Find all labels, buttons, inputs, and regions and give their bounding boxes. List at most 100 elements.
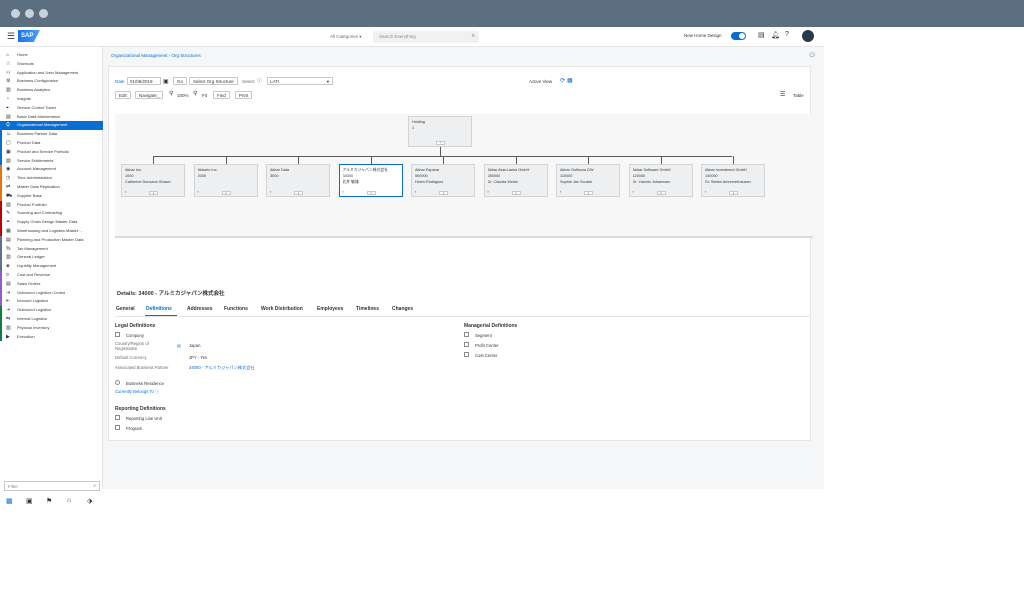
sidebar-item[interactable]: ▥ Physical Inventory <box>0 323 103 333</box>
managerial-checkbox[interactable] <box>464 352 469 357</box>
node-detail-icon[interactable]: ▪ <box>633 189 634 195</box>
window-close-dot[interactable] <box>11 9 20 18</box>
company-checkbox[interactable] <box>115 332 120 337</box>
org-node-root[interactable]: Holding 1 ^ <box>408 116 472 147</box>
sidebar-item[interactable]: ⚭ Supply Chain Design Master Data <box>0 218 103 227</box>
sidebar-item[interactable]: ⇆ Internal Logistics <box>0 315 103 324</box>
find-button[interactable]: Find <box>213 91 230 99</box>
expand-icon[interactable]: v <box>439 191 448 195</box>
reporting-checkbox[interactable] <box>115 415 120 420</box>
edit-button[interactable]: Edit <box>115 91 131 99</box>
expand-icon[interactable]: v <box>294 191 303 195</box>
chevron-down-icon[interactable]: ▾ <box>327 79 329 85</box>
sidebar-item[interactable]: ¤ Cost and Revenue <box>0 271 103 280</box>
sidebar-item[interactable]: ⇥ Outbound Logistics Control <box>0 288 103 298</box>
node-detail-icon[interactable]: ▪ <box>270 189 271 195</box>
sidebar-item[interactable]: ▤ Basic Data Maintenance <box>0 113 103 122</box>
new-design-toggle[interactable] <box>731 32 746 40</box>
node-detail-icon[interactable]: ▪ <box>198 189 199 195</box>
sidebar-item[interactable]: ◔ Insights <box>0 95 103 104</box>
sidebar-filter-input[interactable]: Filter ⌕ <box>4 481 100 491</box>
node-detail-icon[interactable]: ▪ <box>705 189 706 195</box>
sidebar-item[interactable]: ▶ Execution <box>0 332 103 342</box>
org-node[interactable]: アルミカジャパン株式会社 34000 北井 敏雄 v ▪ <box>338 164 403 197</box>
org-node[interactable]: Akbar Espana 500000 Helen Rodriguez v ▪ <box>411 164 475 197</box>
sidebar-item[interactable]: ⛟ Supplier Base <box>0 191 103 201</box>
sidebar-item[interactable]: ⌂ Home <box>0 51 103 60</box>
sidebar-item[interactable]: ⇤ Inbound Logistics <box>0 297 103 307</box>
partner-link[interactable]: 34000 - アルミカジャパン株式会社 <box>189 365 255 371</box>
expand-icon[interactable]: v <box>584 191 593 195</box>
calendar-icon[interactable]: ▣ <box>26 497 33 505</box>
residence-radio[interactable] <box>115 380 120 385</box>
org-node[interactable]: Akbar Inc. 1000 Catherine Duncane-Shawn v ▪ <box>121 164 185 197</box>
bell-icon[interactable]: 🔔︎ <box>771 31 780 39</box>
search-icon[interactable]: ⌕ <box>93 483 96 489</box>
grid-icon[interactable]: ▦ <box>567 77 573 84</box>
calendar-icon[interactable]: ▣ <box>163 78 169 85</box>
managerial-checkbox[interactable] <box>464 342 469 347</box>
go-button[interactable]: Go <box>173 77 188 85</box>
expand-icon[interactable]: v <box>221 191 231 195</box>
home-icon[interactable]: ⌂ <box>67 497 71 504</box>
sidebar-item[interactable]: ▤ Planning and Production Master Data <box>0 235 103 245</box>
table-icon[interactable]: ☰ <box>780 91 785 98</box>
sidebar-item[interactable]: ▥ General Ledger <box>0 253 103 263</box>
message-icon[interactable]: 💬︎ <box>808 52 816 59</box>
tab-timelines[interactable]: Timelines <box>356 306 379 312</box>
sidebar-item[interactable]: ⇥ Outbound Logistics <box>0 306 103 315</box>
sidebar-item[interactable]: ⚙ Business Configuration <box>0 77 103 86</box>
sidebar-item[interactable]: ☺ Business Partner Data <box>0 130 103 139</box>
sidebar-item[interactable]: ▦ Warehousing and Logistics Master ... <box>0 227 103 236</box>
category-select[interactable]: All Categories ▾ <box>327 32 373 42</box>
menu-icon[interactable]: ☰ <box>7 31 15 42</box>
tab-work-distribution[interactable]: Work Distribution <box>261 306 303 312</box>
zoom-in-icon[interactable]: ⚲ <box>193 90 197 97</box>
node-detail-icon[interactable]: ▪ <box>560 189 561 195</box>
copy-icon[interactable]: ▤ <box>177 343 181 348</box>
refresh-icon[interactable]: ⟳ <box>560 77 565 84</box>
managerial-checkbox[interactable] <box>464 332 469 337</box>
sidebar-item[interactable]: ⌖ Service Control Tower <box>0 104 103 113</box>
org-node[interactable]: Akbar Asia-Lanka GmbH 280000 Dr. Claudia W… <box>483 164 548 197</box>
sidebar-item[interactable]: ▨ Product Portfolio <box>0 200 103 210</box>
org-node[interactable]: Akbar Investment GmbH 140000 Dr. Stefan Am… <box>701 164 765 197</box>
info-icon[interactable]: ⓘ <box>257 78 262 84</box>
zoom-out-icon[interactable]: ⚲ <box>169 90 173 97</box>
search-input[interactable]: Search Everything ⌕ <box>373 31 479 43</box>
list-view-icon[interactable]: ▦ <box>6 497 13 505</box>
expand-icon[interactable]: v <box>656 191 666 195</box>
org-node[interactable]: Akbar Gulfnova DW 110000 Sophie Jan Scutar… <box>556 164 620 197</box>
node-detail-icon[interactable]: ▪ <box>488 189 489 195</box>
sidebar-item[interactable]: ▣ Product and Service Portfolio <box>0 147 103 157</box>
navigate-button[interactable]: Navigate_ <box>135 91 164 99</box>
table-button[interactable]: Table <box>793 93 804 98</box>
structure-select[interactable]: Select Org Structure <box>189 77 238 85</box>
help-icon[interactable]: ? <box>785 31 789 38</box>
avatar[interactable] <box>802 30 814 42</box>
sidebar-item[interactable]: ⛭ Organizational Management <box>0 121 103 131</box>
date-input[interactable]: 01/05/2019 <box>127 77 161 85</box>
expand-icon[interactable]: v <box>729 191 738 195</box>
tab-employees[interactable]: Employees <box>317 306 343 312</box>
sidebar-item[interactable]: ▥ Business Analytics <box>0 86 103 95</box>
sidebar-item[interactable]: ◉ Account Management <box>0 165 103 175</box>
node-detail-icon[interactable]: ▪ <box>415 189 416 195</box>
window-maximize-dot[interactable] <box>39 9 48 18</box>
sap-logo[interactable]: SAP <box>18 30 40 42</box>
expand-icon[interactable]: v <box>511 191 521 195</box>
belongs-link[interactable]: Currently Belongs To ⓘ <box>115 389 159 395</box>
reporting-checkbox[interactable] <box>115 425 120 430</box>
node-detail-icon[interactable]: ▪ <box>343 189 344 195</box>
org-node[interactable]: Akbarin Inc. 2000 v ▪ <box>193 164 258 197</box>
sidebar-item[interactable]: ✎ Sourcing and Contracting <box>0 209 103 219</box>
select-dropdown[interactable]: LATI ▾ <box>267 77 333 85</box>
sidebar-item[interactable]: ◷ Time Administration <box>0 174 103 183</box>
breadcrumb[interactable]: Organizational Management › Org Structur… <box>111 53 201 58</box>
tab-general[interactable]: General <box>116 306 135 312</box>
fit-button[interactable]: Fit <box>202 93 207 98</box>
sidebar-item[interactable]: ▤ Sales Orders <box>0 279 103 289</box>
sidebar-item[interactable]: ☆ Shortcuts <box>0 60 103 69</box>
sidebar-item[interactable]: ⚇ Application and User Management <box>0 69 103 78</box>
window-minimize-dot[interactable] <box>25 9 34 18</box>
